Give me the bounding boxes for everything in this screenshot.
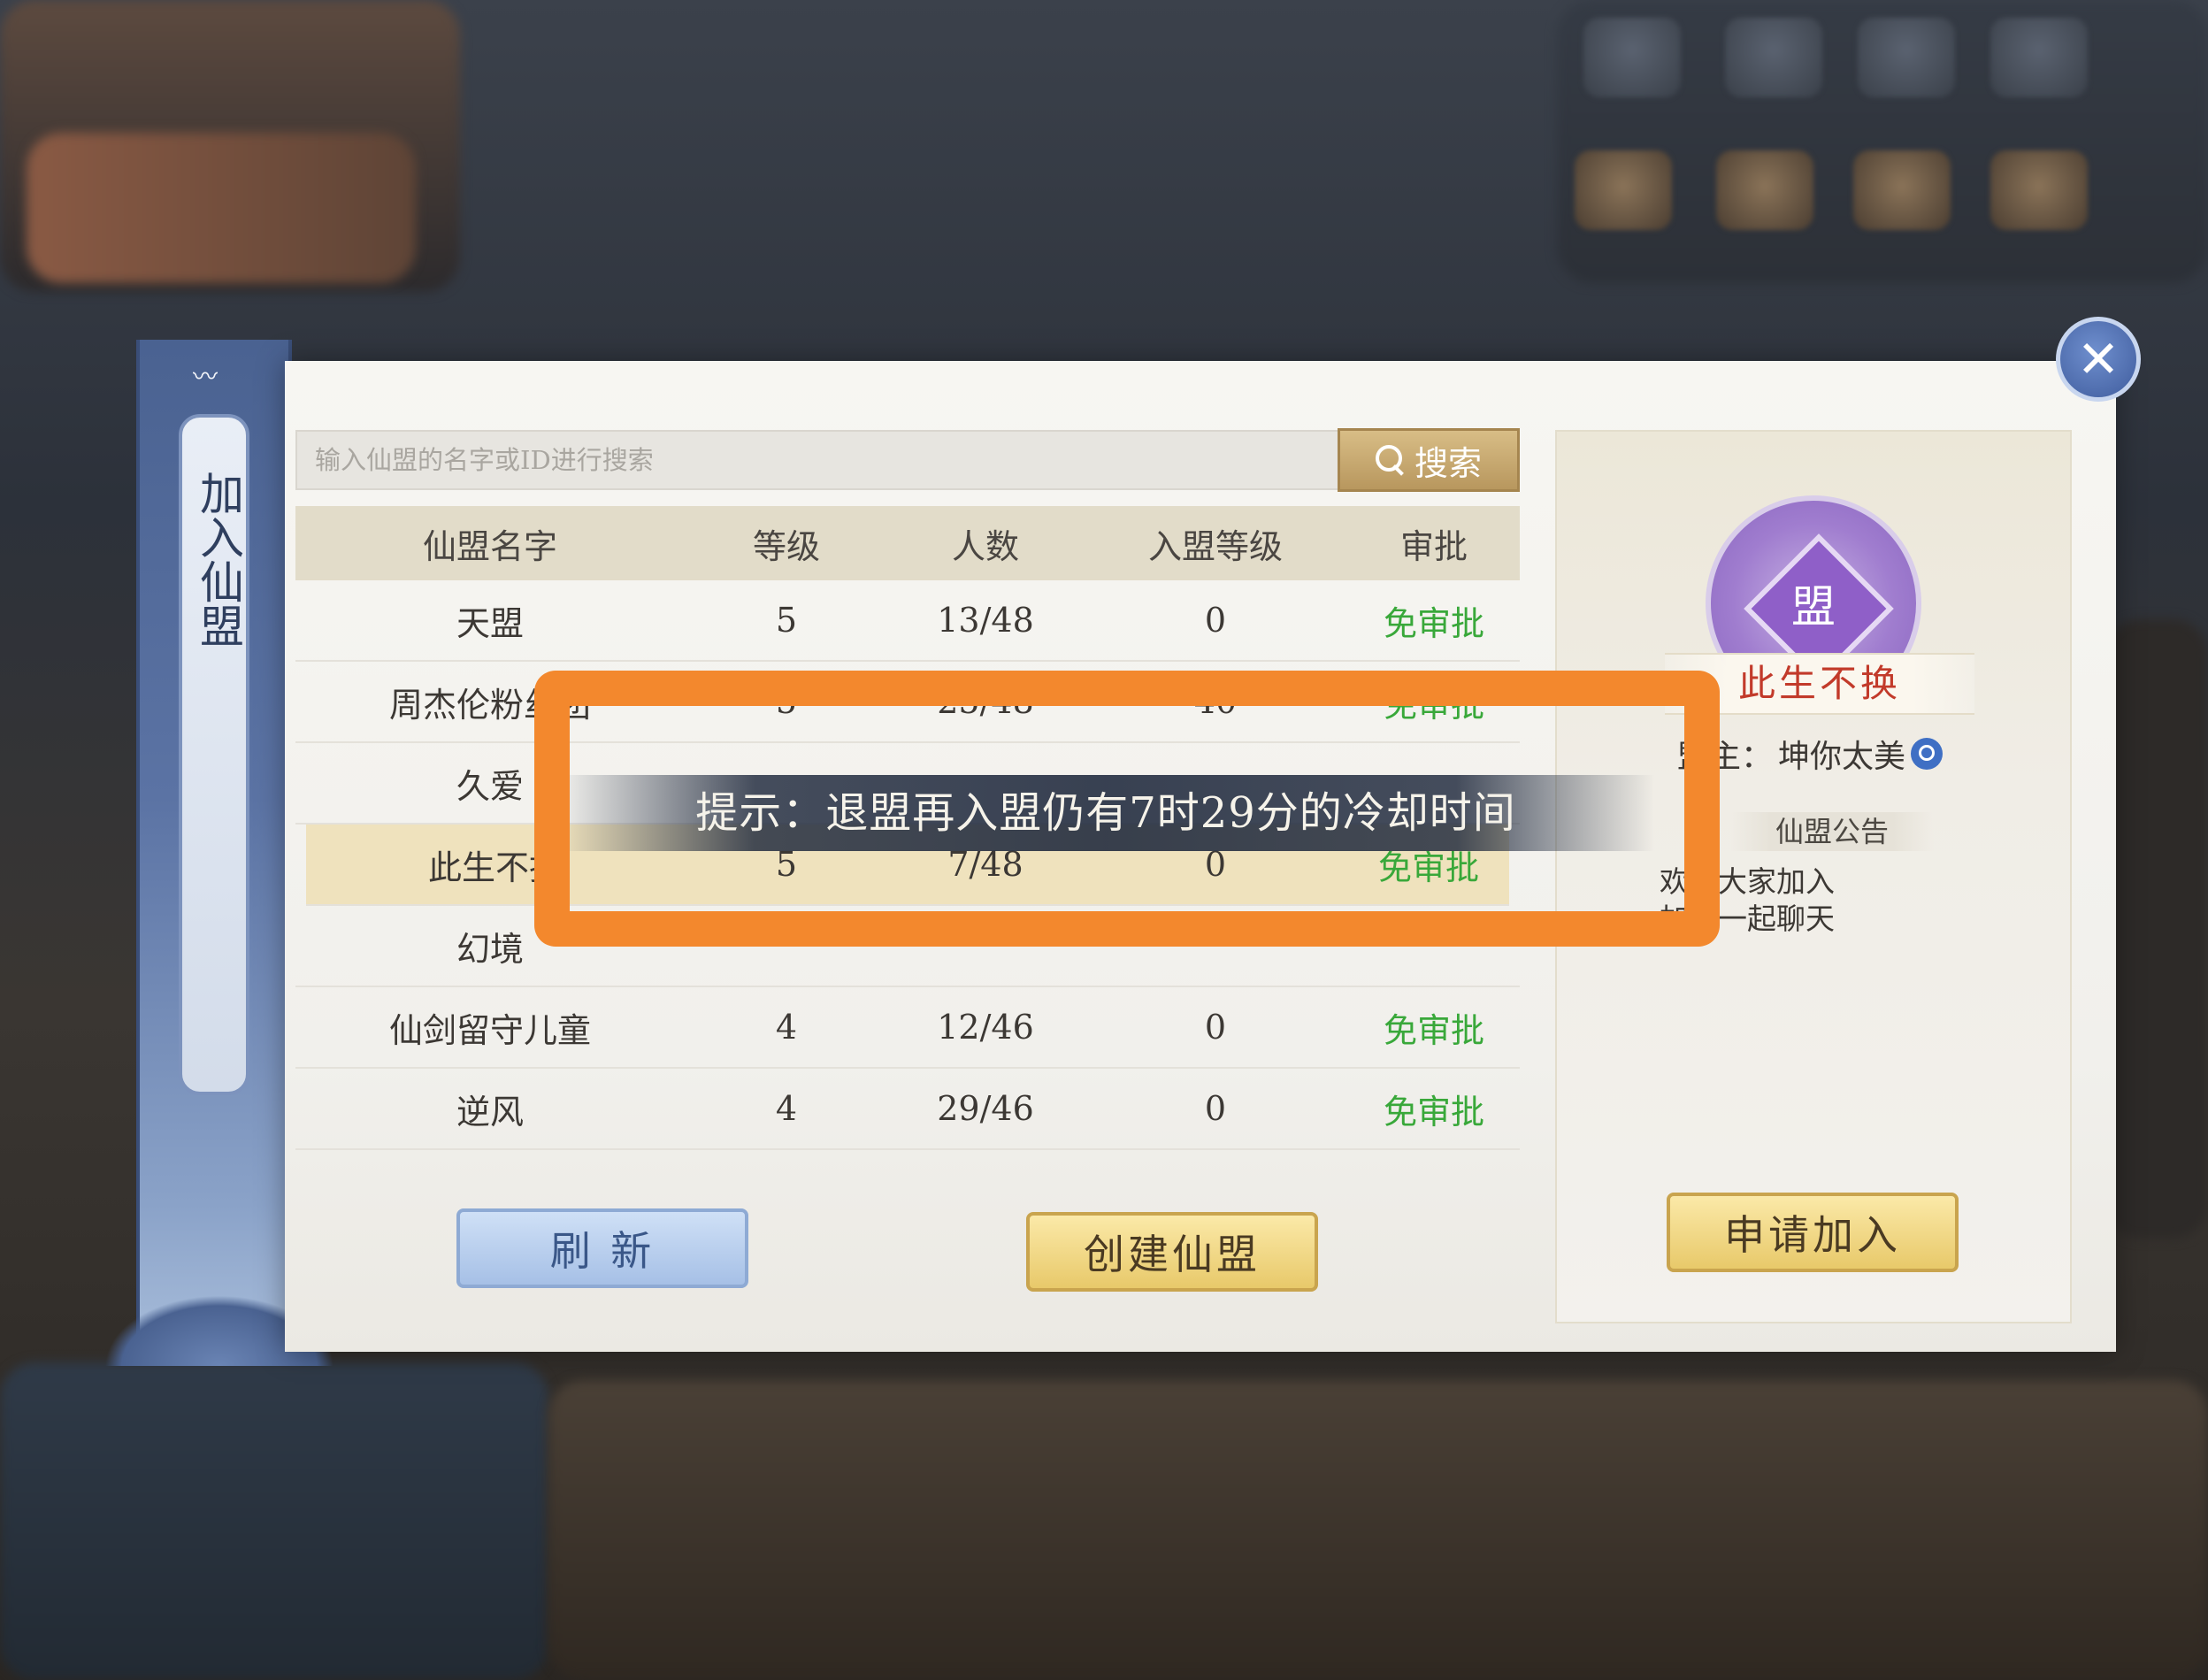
apply-join-button[interactable]: 申请加入: [1667, 1193, 1959, 1272]
leader-name: 坤你太美: [1778, 739, 1906, 775]
header-name: 仙盟名字: [422, 526, 557, 566]
row-members: 13/48: [937, 601, 1034, 640]
header-level: 等级: [752, 526, 820, 566]
table-row[interactable]: 仙剑留守儿童 4 12/46 0 免审批: [295, 987, 1520, 1069]
banner-title: 加入仙盟: [193, 471, 244, 648]
row-name: 逆风: [456, 1092, 524, 1132]
row-join-level: 0: [1204, 1089, 1227, 1128]
row-level: 4: [775, 1089, 798, 1128]
emblem-glyph: 盟: [1791, 581, 1836, 633]
search-icon: [1375, 445, 1406, 475]
table-row[interactable]: 逆风 4 29/46 0 免审批: [295, 1069, 1520, 1150]
banner-plaque: 加入仙盟: [179, 414, 249, 1095]
row-name: 天盟: [456, 603, 524, 643]
row-members: 29/46: [937, 1089, 1034, 1128]
search-input[interactable]: [297, 432, 1338, 488]
bird-decoration-icon: 〰: [193, 362, 218, 391]
search-bar: [295, 430, 1339, 490]
row-approval: 免审批: [1383, 1010, 1484, 1050]
header-members: 人数: [951, 526, 1019, 566]
row-join-level: 0: [1204, 1008, 1227, 1047]
refresh-button[interactable]: 刷 新: [456, 1208, 748, 1288]
header-approval: 审批: [1399, 526, 1468, 566]
row-level: 4: [775, 1008, 798, 1047]
header-join-level: 入盟等级: [1147, 526, 1283, 566]
create-alliance-button[interactable]: 创建仙盟: [1026, 1212, 1318, 1292]
row-level: 5: [775, 601, 798, 640]
magnifier-icon[interactable]: [1911, 738, 1944, 770]
join-alliance-banner: 〰 加入仙盟: [104, 340, 334, 1366]
close-icon[interactable]: ✕: [2056, 317, 2141, 402]
highlight-box: [534, 671, 1720, 947]
row-members: 12/46: [937, 1008, 1034, 1047]
notice-title: 仙盟公告: [1730, 812, 1934, 851]
search-button-label: 搜索: [1414, 443, 1482, 483]
search-button[interactable]: 搜索: [1338, 428, 1520, 492]
table-row[interactable]: 天盟 5 13/48 0 免审批: [295, 580, 1520, 662]
row-join-level: 0: [1204, 601, 1227, 640]
row-name: 仙剑留守儿童: [388, 1010, 591, 1050]
table-header: 仙盟名字 等级 人数 入盟等级 审批: [295, 506, 1520, 580]
row-approval: 免审批: [1383, 1092, 1484, 1132]
row-approval: 免审批: [1383, 603, 1484, 643]
